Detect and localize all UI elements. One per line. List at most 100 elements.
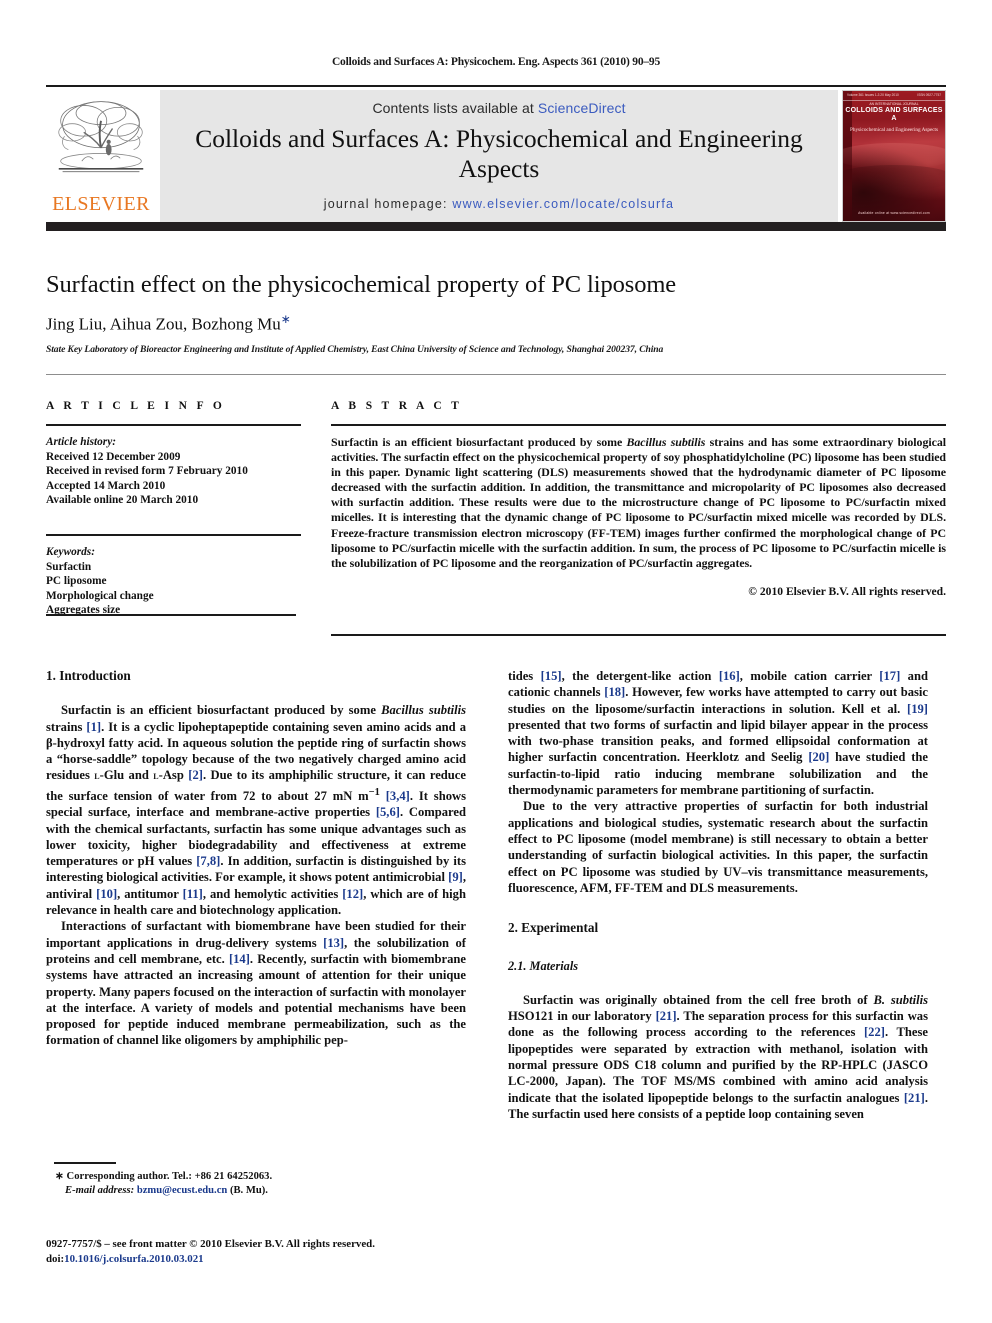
cover-wave-2 [843,165,945,191]
citation-ref[interactable]: [15] [541,669,562,683]
history-item: Received 12 December 2009 [46,450,181,463]
contents-available-line: Contents lists available at ScienceDirec… [372,100,625,116]
citation-ref[interactable]: [1] [86,720,101,734]
keywords-label: Keywords: [46,545,95,558]
imprint-block: 0927-7757/$ – see front matter © 2010 El… [46,1237,486,1267]
keywords-rule [46,533,301,536]
sciencedirect-link[interactable]: ScienceDirect [538,100,626,116]
journal-title: Colloids and Surfaces A: Physicochemical… [195,124,803,183]
text-run: , mobile cation carrier [739,669,880,683]
abstract-part-1: Surfactin is an efficient biosurfactant … [331,435,627,449]
email-note: E-mail address: bzmu@ecust.edu.cn (B. Mu… [55,1184,475,1198]
text-run: , the detergent-like action [561,669,719,683]
footnote-marker: ∗ [55,1171,64,1182]
citation-ref[interactable]: [21] [904,1091,925,1105]
citation-ref[interactable]: [19] [907,702,928,716]
citation-ref[interactable]: [12] [342,887,363,901]
citation-ref[interactable]: [3,4] [386,789,410,803]
paragraph-intro-3: tides [15], the detergent-like action [1… [508,668,928,798]
elsevier-tree-icon [58,101,144,173]
affiliation: State Key Laboratory of Bioreactor Engin… [46,344,664,355]
history-item: Available online 20 March 2010 [46,494,199,507]
text-run: Surfactin was originally obtained from t… [523,992,874,1007]
page-title: Surfactin effect on the physicochemical … [46,271,677,298]
citation-ref[interactable]: [20] [808,750,829,764]
text-run: , and hemolytic activities [202,886,343,901]
abstract-copyright: © 2010 Elsevier B.V. All rights reserved… [748,584,946,598]
paragraph-materials-1: Surfactin was originally obtained from t… [508,992,928,1122]
homepage-url-link[interactable]: www.elsevier.com/locate/colsurfa [452,197,674,211]
keyword-item: Surfactin [46,560,92,573]
keyword-item: Morphological change [46,589,154,602]
article-info-label: A R T I C L E I N F O [46,400,226,412]
abstract-text: Surfactin is an efficient biosurfactant … [331,435,946,571]
text-run: -Asp [158,768,189,783]
footnote-text: Corresponding author. Tel.: +86 21 64252… [63,1171,273,1182]
citation-ref[interactable]: [7,8] [196,854,220,868]
heading-introduction: 1. Introduction [46,668,131,683]
citation-ref[interactable]: [18] [604,685,625,699]
elsevier-wordmark: ELSEVIER [52,193,150,215]
journal-banner: Contents lists available at ScienceDirec… [160,90,838,222]
abstract-rule [331,424,946,426]
text-run: strains [46,719,87,734]
journal-cover-thumbnail: Volume 361 Issues 1-3 20 May 2010 ISSN 0… [842,90,946,222]
citation-ref[interactable]: [21] [656,1009,677,1023]
email-suffix: (B. Mu). [227,1185,268,1196]
keywords-block: Keywords: Surfactin PC liposome Morpholo… [46,545,301,618]
citation-ref[interactable]: [16] [719,669,740,683]
citation-ref[interactable]: [13] [323,936,344,950]
history-item: Received in revised form 7 February 2010 [46,465,248,478]
doi-label: doi: [46,1253,65,1265]
abstract-label: A B S T R A C T [331,400,463,412]
abstract-column: A B S T R A C T Surfactin is an efficien… [331,400,946,598]
doi-link[interactable]: 10.1016/j.colsurfa.2010.03.021 [64,1253,203,1265]
paper-page: Colloids and Surfaces A: Physicochem. En… [0,0,992,1323]
paragraph-intro-4: Due to the very attractive properties of… [508,799,928,895]
heading-materials: 2.1. Materials [508,959,579,974]
text-run: , antitumor [117,886,183,901]
footnote-divider [54,1162,116,1164]
elsevier-logo: ELSEVIER [46,90,156,222]
citation-ref[interactable]: [22] [864,1025,885,1039]
text-run: Surfactin is an efficient biosurfactant … [61,703,382,718]
article-history-block: Article history: Received 12 December 20… [46,435,301,508]
author-names: Jing Liu, Aihua Zou, Bozhong Mu [46,314,281,334]
species-name: B. subtilis [873,992,929,1007]
cover-subtitle: Physicochemical and Engineering Aspects [849,127,939,133]
keyword-item: PC liposome [46,575,107,588]
author-list: Jing Liu, Aihua Zou, Bozhong Mu∗ [46,312,906,335]
journal-homepage-line: journal homepage: www.elsevier.com/locat… [160,197,838,211]
citation-ref[interactable]: [17] [879,669,900,683]
cover-rule [843,100,945,101]
cover-volume-line: Volume 361 Issues 1-3 20 May 2010 ISSN 0… [847,93,941,97]
citation-ref[interactable]: [11] [183,887,203,901]
contents-prefix: Contents lists available at [372,100,538,116]
citation-ref[interactable]: [5,6] [376,805,400,819]
issn-line: 0927-7757/$ – see front matter © 2010 El… [46,1238,375,1250]
citation-ref[interactable]: [9] [448,870,463,884]
abstract-species-name: Bacillus subtilis [626,435,706,449]
citation-ref[interactable]: [2] [188,768,203,782]
email-link[interactable]: bzmu@ecust.edu.cn [137,1185,228,1196]
citation-ref[interactable]: [10] [96,887,117,901]
text-run: HSO121 in our laboratory [508,1009,656,1024]
email-label: E-mail address: [65,1185,135,1196]
heading-experimental: 2. Experimental [508,920,599,936]
keywords-bottom-rule [46,614,296,616]
abstract-part-2: strains and has some extraordinary biolo… [331,435,946,570]
article-info-column: A R T I C L E I N F O Article history: R… [46,400,301,618]
superscript: −1 [368,786,380,798]
citation-ref[interactable]: [14] [229,952,250,966]
doi-line: doi:10.1016/j.colsurfa.2010.03.021 [46,1252,486,1267]
text-run: . Recently, surfactin with biomembrane s… [46,951,466,1048]
paragraph-intro-2: Interactions of surfactant with biomembr… [46,918,466,1048]
cover-eyebrow: AN INTERNATIONAL JOURNAL [869,102,919,106]
body-column-left: 1. Introduction Surfactin is an efficien… [46,668,466,1049]
article-info-rule [46,424,301,426]
corresponding-author-note: ∗ Corresponding author. Tel.: +86 21 642… [55,1170,475,1184]
body-column-right: tides [15], the detergent-like action [1… [508,668,928,1122]
abstract-bottom-rule [331,634,946,636]
homepage-label: journal homepage: [323,197,448,211]
